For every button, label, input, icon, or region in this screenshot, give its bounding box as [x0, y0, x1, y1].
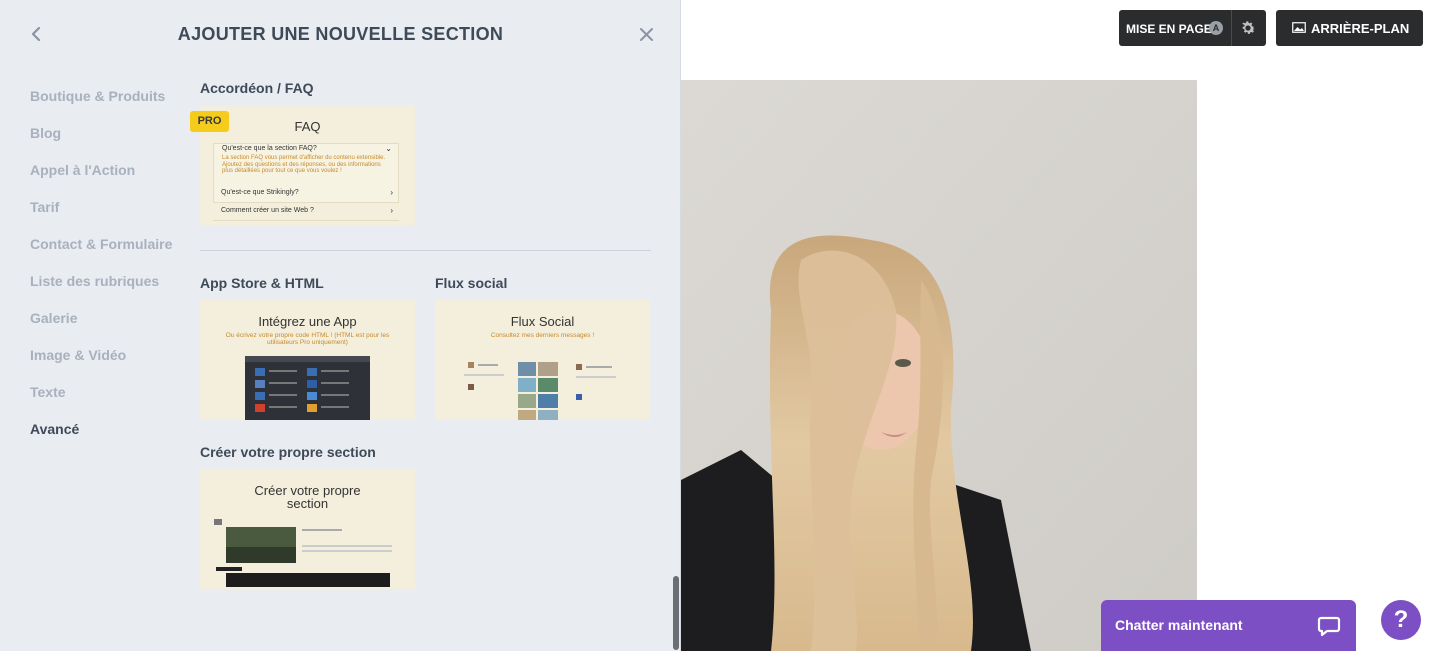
app-card-subtitle: Ou écrivez votre propre code HTML ! (HTM…: [225, 332, 390, 346]
custom-section-preview-image: [214, 519, 392, 587]
divider: [200, 250, 651, 251]
layout-variant-badge: A: [1209, 21, 1223, 35]
panel-scrollbar[interactable]: [673, 576, 679, 650]
faq-question-2: Qu'est-ce que Strikingly?: [221, 189, 299, 196]
faq-section-heading: Accordéon / FAQ: [200, 80, 314, 96]
panel-title: AJOUTER UNE NOUVELLE SECTION: [177, 24, 504, 44]
faq-question-3: Comment créer un site Web ?: [221, 207, 314, 214]
nav-item-boutique[interactable]: Boutique & Produits: [30, 86, 172, 123]
faq-answer-1: La section FAQ vous permet d'afficher du…: [222, 155, 386, 174]
social-section-heading: Flux social: [435, 275, 508, 291]
layout-label: MISE EN PAGE: [1126, 22, 1212, 36]
chat-now-button[interactable]: Chatter maintenant: [1101, 600, 1356, 651]
gear-icon[interactable]: [1239, 19, 1257, 37]
category-nav: Boutique & Produits Blog Appel à l'Actio…: [30, 86, 172, 456]
nav-item-contact[interactable]: Contact & Formulaire: [30, 234, 172, 271]
faq-item-2: Qu'est-ce que Strikingly? ›: [213, 187, 399, 203]
pro-badge: PRO: [190, 111, 229, 132]
nav-item-text[interactable]: Texte: [30, 382, 172, 419]
app-section-heading: App Store & HTML: [200, 275, 324, 291]
nav-item-gallery[interactable]: Galerie: [30, 308, 172, 345]
social-card-subtitle: Consultez mes derniers messages !: [490, 332, 595, 339]
add-section-panel: AJOUTER UNE NOUVELLE SECTION Boutique & …: [0, 0, 681, 651]
nav-item-call-to-action[interactable]: Appel à l'Action: [30, 160, 172, 197]
chevron-right-icon: ›: [390, 188, 393, 197]
nav-item-image-video[interactable]: Image & Vidéo: [30, 345, 172, 382]
close-icon[interactable]: [636, 22, 658, 46]
app-store-preview-image: [245, 356, 370, 420]
app-card-title: Intégrez une App: [258, 314, 357, 329]
nav-item-list[interactable]: Liste des rubriques: [30, 271, 172, 308]
background-label: ARRIÈRE-PLAN: [1311, 21, 1410, 36]
nav-item-advanced[interactable]: Avancé: [30, 419, 172, 456]
panel-header: AJOUTER UNE NOUVELLE SECTION: [0, 0, 680, 68]
custom-section-heading: Créer votre propre section: [200, 444, 376, 460]
chevron-right-icon: ›: [390, 206, 393, 215]
layout-button[interactable]: MISE EN PAGE A: [1119, 10, 1266, 46]
chevron-down-icon: ⌄: [385, 144, 392, 153]
image-icon: [1292, 22, 1306, 33]
custom-card-title-line2: section: [286, 496, 329, 511]
custom-section-card[interactable]: Créer votre propre section: [200, 469, 415, 589]
toolbar-separator: [1231, 10, 1232, 46]
chat-label: Chatter maintenant: [1115, 617, 1243, 633]
nav-item-pricing[interactable]: Tarif: [30, 197, 172, 234]
faq-card-title: FAQ: [294, 119, 321, 134]
nav-item-blog[interactable]: Blog: [30, 123, 172, 160]
social-card-title: Flux Social: [510, 314, 575, 329]
hero-photo: [681, 80, 1197, 651]
social-feed-card[interactable]: Flux Social Consultez mes derniers messa…: [435, 300, 650, 420]
chat-bubble-icon: [1317, 616, 1341, 637]
background-button[interactable]: ARRIÈRE-PLAN: [1276, 10, 1423, 46]
app-store-card[interactable]: Intégrez une App Ou écrivez votre propre…: [200, 300, 415, 420]
faq-item-3: Comment créer un site Web ? ›: [213, 205, 399, 221]
faq-card[interactable]: FAQ Qu'est-ce que la section FAQ? ⌄ La s…: [200, 105, 415, 225]
social-preview-image: [464, 362, 616, 420]
faq-question-1: Qu'est-ce que la section FAQ?: [222, 145, 317, 152]
help-button[interactable]: ?: [1381, 600, 1421, 640]
